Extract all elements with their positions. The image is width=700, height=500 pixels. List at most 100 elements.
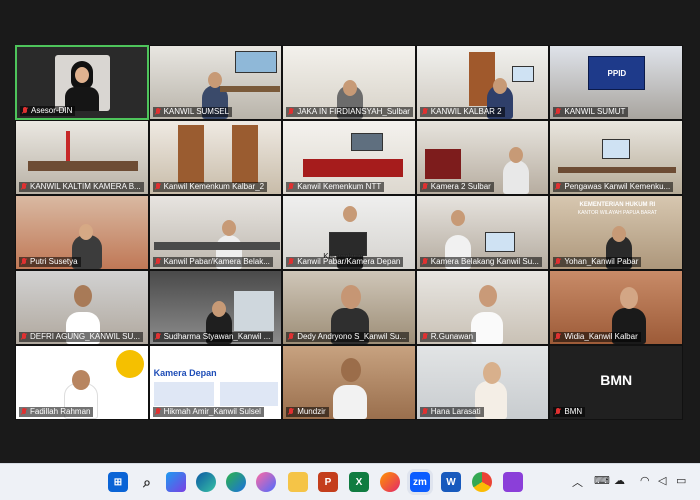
participant-tile[interactable]: KANWIL KALBAR 2	[415, 45, 550, 120]
participant-tile[interactable]: Kemenkum Kanwil Pabar/Kamera Depan	[282, 195, 416, 270]
pixel-app-icon[interactable]	[503, 472, 523, 492]
mic-muted-icon	[555, 408, 561, 416]
participant-name: Kanwil Kemenkum Kalbar_2	[152, 182, 268, 192]
participant-tile[interactable]: Dedy Andryono S_Kanwil Su...	[282, 270, 416, 345]
chevron-up-icon[interactable]: ︿	[572, 474, 583, 490]
participant-name: Sudharma Styawan_Kanwil ...	[152, 332, 274, 342]
file-explorer-icon[interactable]	[288, 472, 308, 492]
participant-name: KANWIL KALBAR 2	[419, 107, 505, 117]
canary-icon[interactable]	[226, 472, 246, 492]
mic-muted-icon	[155, 183, 161, 191]
word-icon[interactable]: W	[441, 472, 461, 492]
mic-muted-icon	[288, 333, 294, 341]
firefox-icon[interactable]	[380, 472, 400, 492]
participant-name: Kanwil Pabar/Kamera Depan	[286, 257, 404, 267]
mic-muted-icon	[22, 107, 28, 115]
participant-tile[interactable]: Mundzir	[282, 345, 416, 420]
participant-name: Kanwil Pabar/Kamera Belak...	[152, 257, 273, 267]
speaker-icon[interactable]: ◁	[658, 474, 666, 487]
participant-tile[interactable]: KANWIL SUMSEL	[148, 45, 283, 120]
participant-name: R.Gunawan	[419, 332, 477, 342]
mic-muted-icon	[555, 333, 561, 341]
participant-name: Fadillah Rahman	[19, 407, 94, 417]
cloud-icon[interactable]: ☁	[614, 474, 625, 487]
mic-muted-icon	[422, 333, 428, 341]
participant-name: Dedy Andryono S_Kanwil Su...	[286, 332, 410, 342]
participant-name: Widia_Kanwil Kalbar	[553, 332, 641, 342]
powerpoint-icon[interactable]: P	[318, 472, 338, 492]
mic-muted-icon	[555, 258, 561, 266]
mic-muted-icon	[422, 408, 428, 416]
mic-muted-icon	[555, 108, 561, 116]
mic-muted-icon	[288, 408, 294, 416]
chrome-icon[interactable]	[472, 472, 492, 492]
excel-icon[interactable]: X	[349, 472, 369, 492]
mic-muted-icon	[422, 108, 428, 116]
participant-name: JAKA IN FIRDIANSYAH_Sulbar	[286, 107, 413, 117]
participant-name: Hikmah Amir_Kanwil Sulsel	[152, 407, 264, 417]
wall-sign-sub: KANTOR WILAYAH PAPUA BARAT	[577, 210, 658, 216]
participant-tile[interactable]: Kamera 2 Sulbar	[415, 120, 550, 195]
slide-title: Kamera Depan	[153, 368, 217, 378]
mic-muted-icon	[288, 258, 294, 266]
mic-muted-icon	[288, 108, 294, 116]
participant-name: Yohan_Kanwil Pabar	[553, 257, 642, 267]
participant-tile[interactable]: Kanwil Kemenkum NTT	[282, 120, 416, 195]
search-icon[interactable]: ⌕	[137, 472, 157, 492]
participant-tile[interactable]: KEMENTERIAN HUKUM RI KANTOR WILAYAH PAPU…	[549, 195, 683, 270]
participant-tile[interactable]: Kamera Depan Hikmah Amir_Kanwil Sulsel	[148, 345, 283, 420]
participant-tile[interactable]: Sudharma Styawan_Kanwil ...	[148, 270, 283, 345]
mic-muted-icon	[288, 183, 294, 191]
copilot-icon[interactable]	[166, 472, 186, 492]
participant-tile[interactable]: KANWIL KALTIM KAMERA B...	[15, 120, 149, 195]
edge-icon[interactable]	[196, 472, 216, 492]
mic-muted-icon	[422, 183, 428, 191]
start-icon[interactable]: ⊞	[108, 472, 128, 492]
mic-muted-icon	[555, 183, 561, 191]
mic-muted-icon	[155, 408, 161, 416]
participant-name: Mundzir	[286, 407, 329, 417]
mic-muted-icon	[21, 258, 27, 266]
participant-name: KANWIL SUMUT	[553, 107, 629, 117]
keyboard-icon[interactable]: ⌨	[594, 474, 610, 487]
participant-tile[interactable]: R.Gunawan	[415, 270, 550, 345]
participant-tile[interactable]: PPID KANWIL SUMUT	[549, 45, 683, 120]
participant-tile[interactable]: Putri Susetya	[15, 195, 149, 270]
tv-screen: PPID	[588, 56, 646, 90]
participant-tile[interactable]: Fadillah Rahman	[15, 345, 149, 420]
participant-name: Kamera 2 Sulbar	[419, 182, 494, 192]
participant-tile[interactable]: Kamera Belakang Kanwil Su...	[415, 195, 550, 270]
participant-tile[interactable]: Hana Larasati	[415, 345, 550, 420]
participant-name: Asesor-DIN	[20, 106, 76, 116]
mic-muted-icon	[155, 333, 161, 341]
wall-sign: KEMENTERIAN HUKUM RI	[579, 202, 656, 208]
zoom-icon[interactable]: zm	[410, 472, 430, 492]
battery-icon[interactable]: ▭	[676, 474, 686, 487]
avatar	[55, 55, 110, 111]
mic-muted-icon	[422, 258, 428, 266]
participant-name: Hana Larasati	[419, 407, 484, 417]
participant-tile[interactable]: Asesor-DIN	[15, 45, 149, 120]
copilot-app-icon[interactable]	[256, 472, 276, 492]
wifi-icon[interactable]: ◠	[640, 474, 650, 487]
participant-name: BMN	[553, 407, 586, 417]
mic-muted-icon	[155, 108, 161, 116]
mic-muted-icon	[155, 258, 161, 266]
windows-taskbar: ⊞ ⌕ P X zm W ︿ ⌨ ☁ ◠ ◁ ▭	[0, 463, 700, 500]
participant-name: Pengawas Kanwil Kemenku...	[553, 182, 674, 192]
participant-tile[interactable]: Widia_Kanwil Kalbar	[549, 270, 683, 345]
mic-muted-icon	[21, 183, 27, 191]
participant-tile[interactable]: Kanwil Kemenkum Kalbar_2	[148, 120, 283, 195]
participant-tile[interactable]: JAKA IN FIRDIANSYAH_Sulbar	[282, 45, 416, 120]
participant-tile[interactable]: BMN BMN	[549, 345, 683, 420]
mic-muted-icon	[21, 408, 27, 416]
participant-tile[interactable]: Pengawas Kanwil Kemenku...	[549, 120, 683, 195]
participant-name: DEFRI AGUNG_KANWIL SU...	[19, 332, 143, 342]
participant-tile[interactable]: DEFRI AGUNG_KANWIL SU...	[15, 270, 149, 345]
participant-tile[interactable]: Kanwil Pabar/Kamera Belak...	[148, 195, 283, 270]
mic-muted-icon	[21, 333, 27, 341]
participant-name: Kanwil Kemenkum NTT	[286, 182, 385, 192]
participant-name: KANWIL KALTIM KAMERA B...	[19, 182, 144, 192]
participant-name: Putri Susetya	[19, 257, 81, 267]
participant-initials: BMN	[600, 372, 633, 388]
